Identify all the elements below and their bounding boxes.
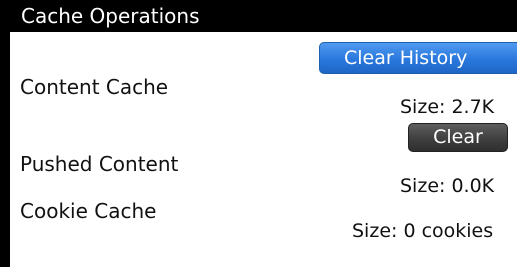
clear-content-cache-button[interactable]: Clear xyxy=(408,123,508,152)
left-edge-bar xyxy=(0,0,10,267)
pushed-content-size: Size: 0.0K xyxy=(400,175,495,197)
content-cache-label: Content Cache xyxy=(20,75,169,99)
cache-operations-screen: Cache Operations Clear History Content C… xyxy=(0,0,517,267)
screen-title: Cache Operations xyxy=(21,4,200,28)
clear-history-button[interactable]: Clear History xyxy=(319,42,517,74)
pushed-content-label: Pushed Content xyxy=(20,152,179,176)
title-bar: Cache Operations xyxy=(0,0,517,32)
cookie-cache-label: Cookie Cache xyxy=(20,199,157,223)
content-cache-size: Size: 2.7K xyxy=(400,96,495,118)
cookie-cache-size: Size: 0 cookies xyxy=(352,220,494,242)
